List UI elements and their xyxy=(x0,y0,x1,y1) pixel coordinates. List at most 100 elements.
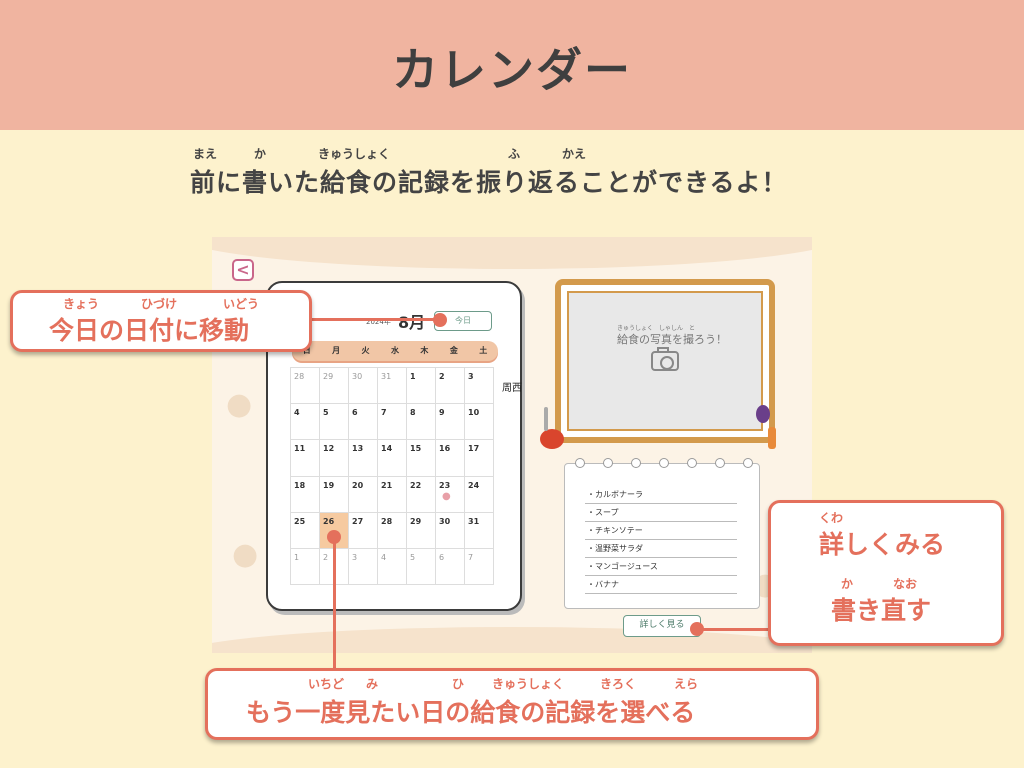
callout-detail: くわ 詳しくみる か なお 書き直す xyxy=(768,500,1004,646)
calendar-day[interactable]: 16 xyxy=(436,440,465,477)
calendar-day[interactable]: 27 xyxy=(349,512,378,549)
calendar-day[interactable]: 15 xyxy=(407,440,436,477)
ring-icon xyxy=(659,458,669,468)
callout-dot xyxy=(433,313,447,327)
calendar-day[interactable]: 18 xyxy=(291,476,320,513)
calendar-day[interactable]: 6 xyxy=(349,404,378,441)
calendar-day[interactable]: 28 xyxy=(378,512,407,549)
photo-placeholder: 給食の写真を撮ろう！ xyxy=(617,333,727,346)
ring-icon xyxy=(743,458,753,468)
callout-ruby: み xyxy=(366,677,379,691)
callout-ruby: いちど xyxy=(308,677,345,691)
camera-icon xyxy=(651,347,679,371)
eggplant-icon xyxy=(756,405,770,423)
callout-ruby: くわ xyxy=(819,511,844,525)
wave-decoration xyxy=(212,237,812,269)
callout-ruby: ひづけ xyxy=(141,297,178,311)
calendar-day[interactable]: 9 xyxy=(436,404,465,441)
weekday-label: 水 xyxy=(390,346,399,355)
calendar-day[interactable]: 22 xyxy=(407,476,436,513)
calendar-day[interactable]: 13 xyxy=(349,440,378,477)
menu-memo: ・カルボナーラ ・スープ ・チキンソテー ・温野菜サラダ ・マンゴージュース ・… xyxy=(564,458,760,609)
calendar-day[interactable]: 29 xyxy=(407,512,436,549)
carrot-icon xyxy=(768,427,776,449)
calendar-day[interactable]: 1 xyxy=(407,368,436,405)
subtitle-ruby: かえ xyxy=(562,147,587,161)
callout-ruby: きゅうしょく xyxy=(492,677,565,691)
callout-ruby: なお xyxy=(893,577,918,591)
paw-stamp-icon: ● xyxy=(442,490,451,502)
calendar-day[interactable]: 21 xyxy=(378,476,407,513)
calendar-day[interactable]: 5 xyxy=(407,548,436,585)
photo-frame[interactable]: きゅうしょく しゃしん と 給食の写真を撮ろう！ xyxy=(555,279,775,443)
weekday-label: 土 xyxy=(479,346,488,355)
calendar-day[interactable]: 12 xyxy=(320,440,349,477)
ring-icon xyxy=(631,458,641,468)
callout-dot xyxy=(327,530,341,544)
calendar-day[interactable]: 7 xyxy=(465,548,494,585)
food-pattern-icon: ● xyxy=(232,537,259,572)
ring-icon xyxy=(603,458,613,468)
chevron-left-icon: < xyxy=(236,260,250,279)
calendar-day[interactable]: 3 xyxy=(349,548,378,585)
calendar-day[interactable]: 6 xyxy=(436,548,465,585)
callout-text: 詳しくみる xyxy=(819,530,946,559)
menu-item: ・温野菜サラダ xyxy=(585,540,737,558)
subtitle-ruby: か xyxy=(254,147,267,161)
menu-item: ・チキンソテー xyxy=(585,522,737,540)
calendar-day[interactable]: 31 xyxy=(465,512,494,549)
calendar-day[interactable]: 7 xyxy=(378,404,407,441)
callout-ruby: ひ xyxy=(452,677,465,691)
calendar-day[interactable]: 4 xyxy=(291,404,320,441)
calendar-day[interactable]: 25 xyxy=(291,512,320,549)
subtitle-ruby: ふ xyxy=(508,147,521,161)
calendar-grid: 28 29 30 31 1 2 3 4 5 6 7 8 9 10 11 12 13 14 15 16 17 18 19 20 2… xyxy=(290,367,494,585)
calendar-day[interactable]: 3 xyxy=(465,368,494,405)
ring-icon xyxy=(687,458,697,468)
callout-ruby: きょう xyxy=(63,297,100,311)
weekday-label: 月 xyxy=(332,346,341,355)
calendar-day[interactable]: 28 xyxy=(291,368,320,405)
callout-dot xyxy=(690,622,704,636)
food-pattern-icon: ● xyxy=(226,387,253,422)
page-subtitle: 前に書いた給食の記録を振り返ることができるよ！ xyxy=(190,168,788,197)
header-bar: カレンダー xyxy=(0,0,1024,130)
callout-line xyxy=(695,628,770,631)
subtitle-ruby: まえ xyxy=(193,147,218,161)
photo-area[interactable]: きゅうしょく しゃしん と 給食の写真を撮ろう！ xyxy=(567,291,763,431)
back-button[interactable]: < xyxy=(232,259,254,281)
calendar-day[interactable]: 1 xyxy=(291,548,320,585)
menu-item: ・バナナ xyxy=(585,576,737,594)
calendar-day[interactable]: 30 xyxy=(349,368,378,405)
calendar-day[interactable]: 10 xyxy=(465,404,494,441)
calendar-day[interactable]: 24 xyxy=(465,476,494,513)
menu-list: ・カルボナーラ ・スープ ・チキンソテー ・温野菜サラダ ・マンゴージュース ・… xyxy=(585,486,737,594)
calendar-day[interactable]: 23 ● xyxy=(436,476,465,513)
weekday-header: 日 月 火 水 木 金 土 xyxy=(292,341,498,361)
callout-today: きょう ひづけ いどう 今日の日付に移動 xyxy=(10,290,312,352)
calendar-day[interactable]: 4 xyxy=(378,548,407,585)
callout-ruby: えら xyxy=(674,677,699,691)
calendar-day[interactable]: 2 xyxy=(436,368,465,405)
calendar-day[interactable]: 8 xyxy=(407,404,436,441)
callout-text: 今日の日付に移動 xyxy=(49,316,250,345)
calendar-day[interactable]: 14 xyxy=(378,440,407,477)
calendar-day[interactable]: 31 xyxy=(378,368,407,405)
callout-ruby: きろく xyxy=(600,677,637,691)
callout-text: もう一度見たい日の給食の記録を選べる xyxy=(246,698,696,727)
callout-select: いちど み ひ きゅうしょく きろく えら もう一度見たい日の給食の記録を選べる xyxy=(205,668,819,740)
calendar-day[interactable]: 11 xyxy=(291,440,320,477)
calendar-day[interactable]: 5 xyxy=(320,404,349,441)
weekday-label: 火 xyxy=(361,346,370,355)
calendar-day[interactable]: 29 xyxy=(320,368,349,405)
menu-item: ・スープ xyxy=(585,504,737,522)
calendar-day[interactable]: 30 xyxy=(436,512,465,549)
callout-line xyxy=(333,536,336,670)
ring-icon xyxy=(715,458,725,468)
stray-text: 周西 xyxy=(502,383,522,394)
callout-ruby: いどう xyxy=(223,297,260,311)
calendar-day[interactable]: 17 xyxy=(465,440,494,477)
calendar-month: 8月 xyxy=(398,313,426,332)
calendar-day[interactable]: 20 xyxy=(349,476,378,513)
calendar-day[interactable]: 19 xyxy=(320,476,349,513)
